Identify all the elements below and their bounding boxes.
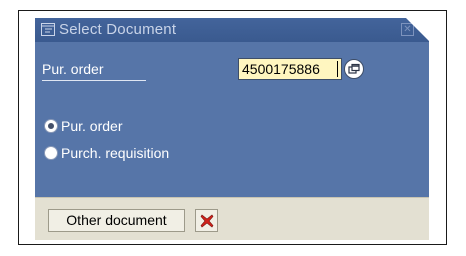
pur-order-field-label: Pur. order <box>42 61 104 77</box>
select-document-dialog: Select Document ✕ Pur. order 4500175886 … <box>35 18 430 240</box>
value-help-icon <box>348 63 360 74</box>
radio-label-pur-order: Pur. order <box>61 118 123 134</box>
dialog-footer: Other document <box>35 197 429 240</box>
radio-label-purch-requisition: Purch. requisition <box>61 145 170 161</box>
red-x-icon <box>200 214 214 228</box>
dialog-icon <box>41 23 55 36</box>
radio-button-unselected[interactable] <box>44 146 58 160</box>
dialog-title: Select Document <box>59 21 177 38</box>
field-label-underline <box>42 80 146 81</box>
pur-order-input[interactable]: 4500175886 <box>238 58 342 80</box>
titlebar-corner <box>406 18 430 42</box>
value-help-button[interactable] <box>344 59 364 79</box>
other-document-button[interactable]: Other document <box>48 209 185 232</box>
radio-button-selected[interactable] <box>44 119 58 133</box>
dialog-titlebar[interactable]: Select Document ✕ <box>35 18 430 42</box>
text-caret <box>337 61 338 77</box>
cancel-button[interactable] <box>195 209 218 232</box>
radio-dot <box>48 123 54 129</box>
